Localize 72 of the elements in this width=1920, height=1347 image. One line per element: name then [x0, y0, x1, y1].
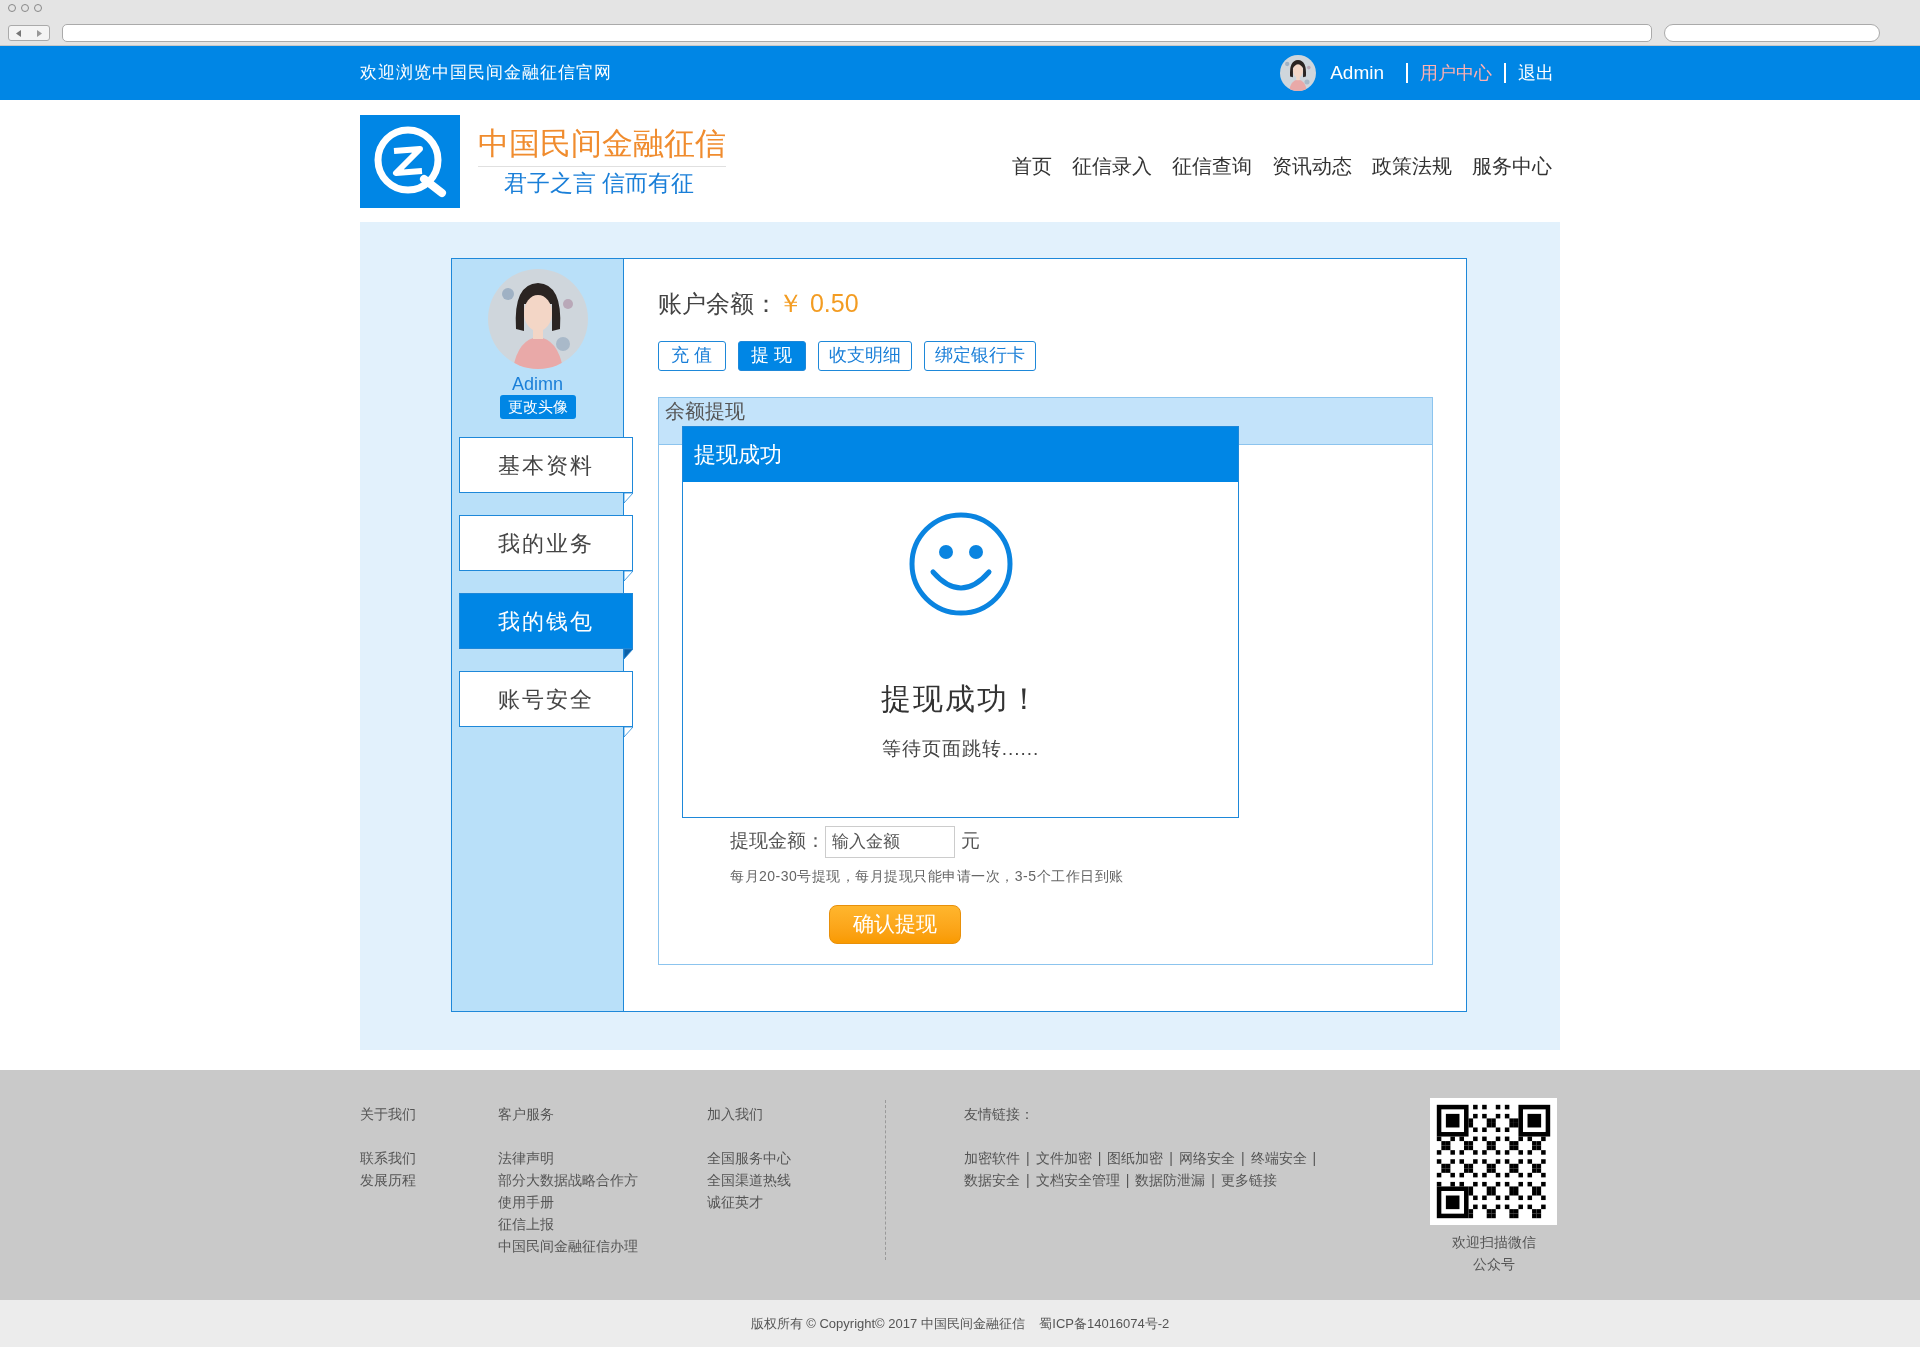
dialog-message: 提现成功！ — [880, 680, 1041, 717]
welcome-text: 欢迎浏览中国民间金融征信官网 — [360, 61, 612, 85]
amount-input-field[interactable]: 输入金额 — [825, 825, 955, 858]
site-title: 中国民间金融征信 — [478, 123, 726, 167]
nav-link[interactable]: 服务中心 — [1472, 151, 1552, 181]
friend-link[interactable]: 数据防泄漏 — [1135, 1169, 1206, 1191]
back-forward-button[interactable] — [8, 25, 50, 41]
link-separator: | — [1125, 1171, 1130, 1190]
dialog-title: 提现成功 — [694, 440, 782, 469]
friend-link[interactable]: 数据安全 — [964, 1169, 1020, 1191]
footer-heading: 友情链接： — [964, 1105, 1035, 1124]
link-separator: | — [1240, 1149, 1245, 1168]
change-avatar-button[interactable]: 更改头像 — [499, 395, 576, 419]
footer-link[interactable]: 中国民间金融征信办理 — [498, 1235, 707, 1257]
footer-link[interactable]: 部分大数据战略合作方 — [498, 1169, 707, 1191]
friend-link[interactable]: 图纸加密 — [1107, 1147, 1164, 1169]
footer-link[interactable]: 征信上报 — [498, 1213, 707, 1235]
sidebar-menu-item[interactable]: 我的钱包 — [459, 593, 633, 649]
panel-title: 余额提现 — [665, 398, 745, 423]
sidebar-menu-item[interactable]: 我的业务 — [459, 515, 633, 571]
search-bar[interactable] — [1664, 24, 1880, 42]
footer-link[interactable]: 联系我们 — [360, 1147, 498, 1169]
friend-link[interactable]: 加密软件 — [964, 1147, 1020, 1169]
friend-link[interactable]: 文件加密 — [1035, 1147, 1092, 1169]
link-separator: | — [1169, 1149, 1173, 1168]
footer-heading: 客户服务 — [498, 1105, 555, 1124]
user-avatar — [1280, 55, 1317, 91]
account-tab[interactable]: 充 值 — [658, 340, 726, 371]
top-link[interactable]: 退出 — [1512, 59, 1560, 87]
sidebar-menu-item[interactable]: 基本资料 — [459, 437, 633, 493]
nav-link[interactable]: 征信录入 — [1072, 151, 1152, 181]
footer-link[interactable]: 法律声明 — [498, 1147, 707, 1169]
footer-heading: 关于我们 — [360, 1105, 417, 1124]
user-name: Admin — [1330, 60, 1384, 85]
link-separator: | — [1026, 1149, 1030, 1168]
account-tab[interactable]: 提 现 — [738, 340, 806, 371]
account-tab[interactable]: 绑定银行卡 — [924, 340, 1036, 371]
footer-link[interactable]: 发展历程 — [360, 1169, 498, 1191]
link-separator: | — [1312, 1149, 1317, 1168]
link-separator: | — [1097, 1149, 1102, 1168]
footer-link[interactable]: 全国服务中心 — [707, 1147, 885, 1169]
link-separator: | — [1026, 1171, 1030, 1190]
footer-link[interactable]: 诚征英才 — [707, 1191, 885, 1213]
smiley-icon — [908, 511, 1013, 616]
nav-link[interactable]: 政策法规 — [1372, 151, 1452, 181]
site-slogan: 君子之言 信而有征 — [504, 168, 696, 198]
qr-caption: 欢迎扫描微信公众号 — [1450, 1233, 1537, 1274]
copyright-text: 版权所有 © Copyright© 2017 中国民间金融征信 蜀ICP备14016074号-2 — [750, 1314, 1170, 1333]
nav-link[interactable]: 首页 — [1012, 151, 1052, 181]
profile-name: Adimn — [512, 373, 563, 395]
sidebar-menu-item[interactable]: 账号安全 — [459, 671, 633, 727]
logo-icon — [360, 114, 460, 208]
amount-label: 提现金额： — [730, 829, 825, 854]
balance-label: 账户余额： — [658, 289, 778, 319]
back-arrow-icon[interactable] — [16, 29, 22, 37]
nav-link[interactable]: 资讯动态 — [1272, 151, 1352, 181]
friend-link[interactable]: 网络安全 — [1178, 1147, 1235, 1169]
friend-link[interactable]: 终端安全 — [1250, 1147, 1307, 1169]
forward-arrow-icon[interactable] — [36, 29, 42, 37]
footer-link[interactable]: 使用手册 — [498, 1191, 707, 1213]
nav-link[interactable]: 征信查询 — [1172, 151, 1252, 181]
link-separator: | — [1211, 1171, 1215, 1190]
friend-link[interactable]: 更多链接 — [1220, 1169, 1277, 1191]
balance-amount: ￥ 0.50 — [778, 288, 859, 319]
address-bar[interactable] — [62, 24, 1652, 42]
currency-unit: 元 — [961, 829, 980, 854]
account-tab[interactable]: 收支明细 — [818, 340, 912, 371]
friend-link[interactable]: 文档安全管理 — [1035, 1169, 1120, 1191]
withdraw-note: 每月20-30号提现，每月提现只能申请一次，3-5个工作日到账 — [730, 866, 1125, 886]
footer-heading: 加入我们 — [707, 1105, 764, 1124]
dialog-sub-message: 等待页面跳转...... — [881, 736, 1040, 761]
footer-link[interactable]: 全国渠道热线 — [707, 1169, 885, 1191]
